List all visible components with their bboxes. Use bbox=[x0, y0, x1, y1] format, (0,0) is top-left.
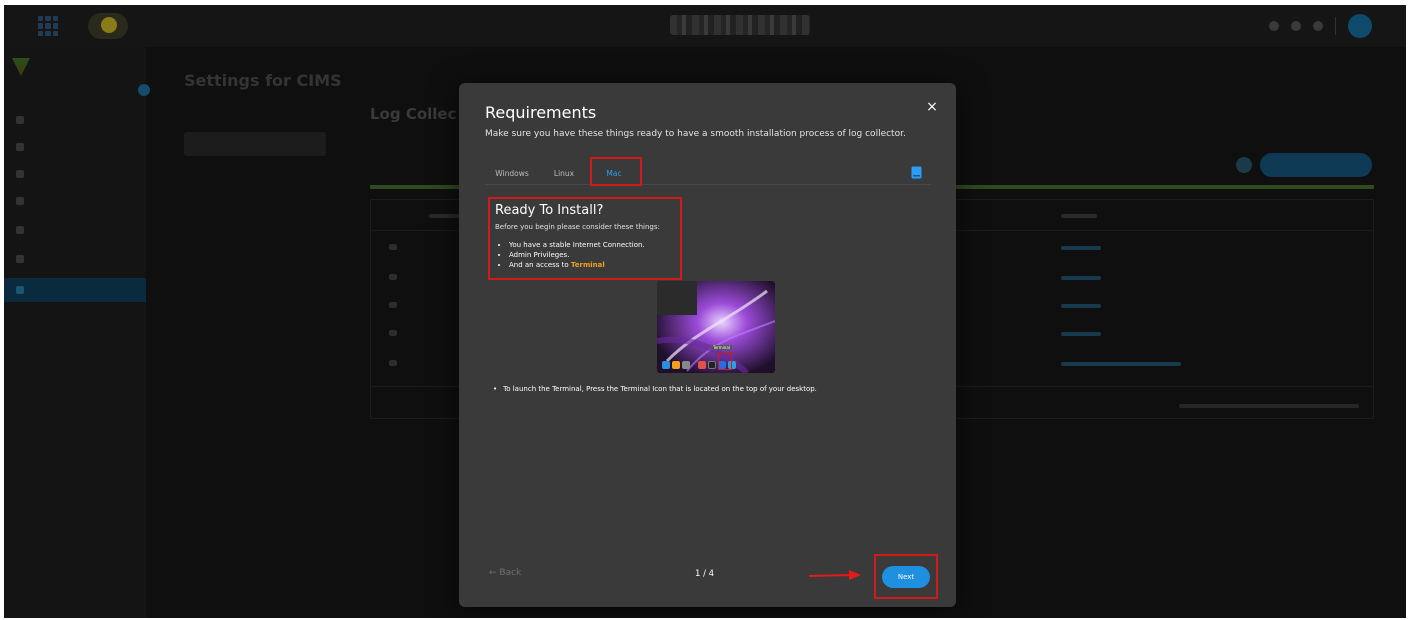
avatar[interactable] bbox=[1348, 14, 1372, 38]
dock-tooltip: Terminal bbox=[711, 345, 732, 350]
add-log-collector-button[interactable] bbox=[1260, 153, 1372, 177]
top-right-controls bbox=[1269, 14, 1372, 38]
list-item: Admin Privileges. bbox=[509, 250, 645, 260]
sidebar bbox=[4, 47, 150, 618]
settings-subnav-item[interactable] bbox=[184, 162, 326, 186]
ready-heading: Ready To Install? bbox=[495, 203, 604, 218]
list-item: And an access to Terminal bbox=[509, 260, 645, 270]
nav-icon bbox=[16, 197, 24, 205]
terminal-icon bbox=[708, 361, 716, 369]
nav-icon bbox=[16, 143, 24, 151]
gear-icon bbox=[16, 286, 24, 294]
sidebar-item-3[interactable] bbox=[4, 162, 146, 186]
mac-dock bbox=[659, 358, 775, 372]
divider bbox=[1335, 17, 1336, 35]
requirements-list: You have a stable Internet Connection. A… bbox=[509, 240, 645, 270]
list-item: You have a stable Internet Connection. bbox=[509, 240, 645, 250]
next-button[interactable]: Next bbox=[882, 566, 930, 588]
annotation-box-terminal-icon bbox=[718, 352, 732, 370]
org-logo-badge bbox=[88, 13, 128, 39]
apps-icon[interactable] bbox=[1313, 21, 1323, 31]
app-icon bbox=[672, 361, 680, 369]
nav-icon bbox=[16, 226, 24, 234]
chrome-icon bbox=[698, 361, 706, 369]
brand-logo-icon bbox=[12, 58, 30, 76]
sidebar-item-settings[interactable] bbox=[4, 278, 146, 302]
refresh-icon[interactable] bbox=[1236, 157, 1252, 173]
settings-icon[interactable] bbox=[1269, 21, 1279, 31]
row-icon bbox=[389, 360, 397, 366]
top-bar bbox=[4, 5, 1406, 47]
ready-intro: Before you begin please consider these t… bbox=[495, 223, 660, 231]
nav-icon bbox=[16, 116, 24, 124]
settings-subnav-item[interactable] bbox=[184, 103, 326, 127]
table-header bbox=[1061, 214, 1097, 218]
row-icon bbox=[389, 302, 397, 308]
sidebar-item-1[interactable] bbox=[4, 108, 146, 132]
table-link[interactable] bbox=[1061, 246, 1101, 250]
table-link[interactable] bbox=[1061, 362, 1181, 366]
dialog-title: Requirements bbox=[485, 103, 597, 122]
app-icon bbox=[682, 361, 690, 369]
section-title: Log Collec bbox=[370, 105, 457, 123]
sidebar-item-5[interactable] bbox=[4, 218, 146, 242]
arrow-right-icon bbox=[808, 570, 861, 580]
bell-icon[interactable] bbox=[1291, 21, 1301, 31]
finder-icon bbox=[662, 361, 670, 369]
step-indicator: 1 / 4 bbox=[695, 569, 715, 579]
row-icon bbox=[389, 244, 397, 250]
launch-instruction: To launch the Terminal, Press the Termin… bbox=[493, 385, 817, 393]
pagination-obscured bbox=[1179, 404, 1359, 408]
list-item-text: Admin Privileges. bbox=[509, 251, 570, 259]
os-tabs: Windows Linux Mac bbox=[485, 161, 931, 186]
app-window: Settings for CIMS Log Collec Requirement… bbox=[4, 5, 1406, 618]
annotation-box-mac-tab bbox=[590, 157, 642, 186]
list-item-text: You have a stable Internet Connection. bbox=[509, 241, 645, 249]
sidebar-item-2[interactable] bbox=[4, 135, 146, 159]
page-title: Settings for CIMS bbox=[184, 71, 342, 90]
requirements-dialog: Requirements × Make sure you have these … bbox=[459, 83, 956, 607]
settings-subnav-item[interactable] bbox=[184, 252, 326, 276]
tab-linux[interactable]: Linux bbox=[545, 161, 583, 185]
settings-subnav-item[interactable] bbox=[184, 192, 326, 216]
row-icon bbox=[389, 330, 397, 336]
row-icon bbox=[389, 274, 397, 280]
sidebar-item-6[interactable] bbox=[4, 247, 146, 271]
sidebar-collapse-button[interactable] bbox=[138, 84, 150, 96]
sidebar-item-4[interactable] bbox=[4, 189, 146, 213]
blurred-header-region bbox=[670, 15, 810, 35]
table-link[interactable] bbox=[1061, 332, 1101, 336]
list-item-text: And an access to bbox=[509, 261, 571, 269]
back-button[interactable]: ← Back bbox=[489, 568, 521, 578]
book-icon[interactable] bbox=[911, 166, 922, 179]
settings-subnav-item-active[interactable] bbox=[184, 132, 326, 156]
nav-icon bbox=[16, 170, 24, 178]
table-link[interactable] bbox=[1061, 276, 1101, 280]
apps-grid-icon[interactable] bbox=[38, 16, 58, 36]
nav-icon bbox=[16, 255, 24, 263]
dialog-subtitle: Make sure you have these things ready to… bbox=[485, 129, 906, 139]
close-icon[interactable]: × bbox=[922, 97, 942, 117]
tab-windows[interactable]: Windows bbox=[485, 161, 539, 185]
dock-gap bbox=[692, 361, 696, 369]
terminal-highlight: Terminal bbox=[570, 261, 605, 269]
table-link[interactable] bbox=[1061, 304, 1101, 308]
settings-subnav-item[interactable] bbox=[184, 222, 326, 246]
